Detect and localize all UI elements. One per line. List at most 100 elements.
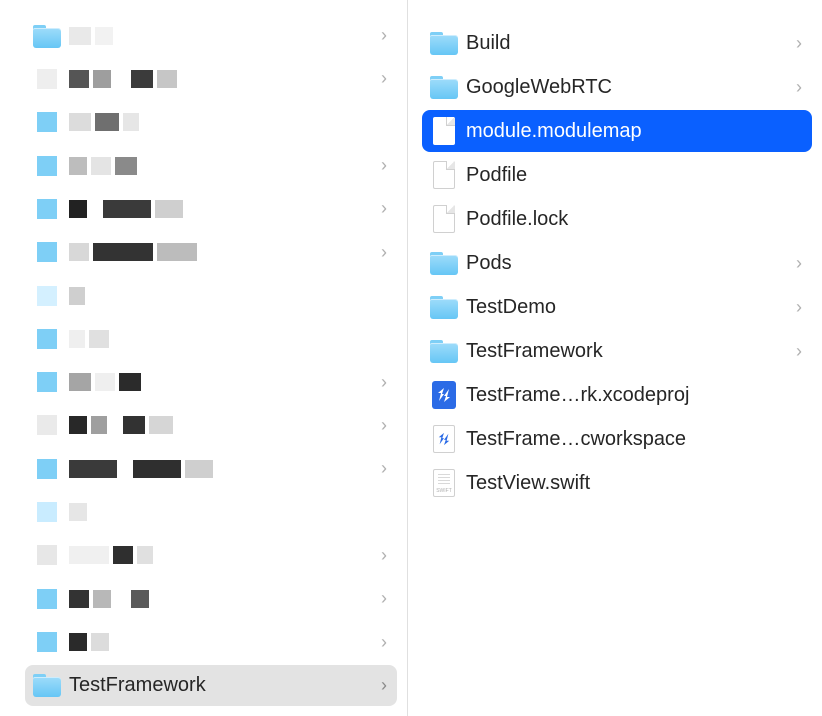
file-icon — [428, 203, 460, 235]
list-item[interactable]: › — [25, 232, 397, 273]
folder-icon — [31, 539, 63, 571]
list-item-label: TestDemo — [466, 296, 790, 319]
list-item[interactable]: › — [25, 188, 397, 229]
folder-icon — [31, 150, 63, 182]
list-item[interactable]: › — [25, 448, 397, 489]
item-xcworkspace[interactable]: TestFrame…cworkspace — [422, 418, 812, 460]
chevron-right-icon: › — [790, 297, 802, 318]
obscured-label — [69, 113, 387, 131]
list-item-label: TestFrame…cworkspace — [466, 428, 802, 451]
folder-icon — [428, 291, 460, 323]
obscured-label — [69, 243, 375, 261]
item-testdemo[interactable]: TestDemo › — [422, 286, 812, 328]
list-item-label: Podfile — [466, 164, 802, 187]
folder-icon — [31, 366, 63, 398]
chevron-right-icon: › — [375, 372, 387, 393]
file-icon — [428, 159, 460, 191]
folder-icon — [31, 20, 63, 52]
folder-icon — [31, 323, 63, 355]
list-item[interactable] — [25, 275, 397, 316]
chevron-right-icon: › — [375, 198, 387, 219]
list-item[interactable]: › — [25, 145, 397, 186]
folder-icon — [31, 193, 63, 225]
chevron-right-icon: › — [790, 253, 802, 274]
list-item[interactable]: › — [25, 58, 397, 99]
list-item[interactable]: › — [25, 15, 397, 56]
chevron-right-icon: › — [375, 588, 387, 609]
list-item[interactable] — [25, 318, 397, 359]
list-item-label: GoogleWebRTC — [466, 76, 790, 99]
xcodeproj-icon — [428, 379, 460, 411]
item-xcodeproj[interactable]: TestFrame…rk.xcodeproj — [422, 374, 812, 416]
obscured-label — [69, 416, 375, 434]
chevron-right-icon: › — [790, 33, 802, 54]
obscured-label — [69, 590, 375, 608]
chevron-right-icon: › — [375, 242, 387, 263]
folder-icon — [31, 669, 63, 701]
item-module-modulemap[interactable]: module.modulemap — [422, 110, 812, 152]
chevron-right-icon: › — [790, 77, 802, 98]
folder-icon — [31, 626, 63, 658]
item-googlewebrtc[interactable]: GoogleWebRTC › — [422, 66, 812, 108]
chevron-right-icon: › — [790, 341, 802, 362]
list-item[interactable] — [25, 102, 397, 143]
list-item-label: TestFramework — [466, 340, 790, 363]
list-item[interactable]: › — [25, 405, 397, 446]
folder-icon — [31, 496, 63, 528]
obscured-label — [69, 373, 375, 391]
item-podfile-lock[interactable]: Podfile.lock — [422, 198, 812, 240]
chevron-right-icon: › — [375, 632, 387, 653]
list-item[interactable] — [25, 491, 397, 532]
folder-icon — [428, 71, 460, 103]
item-testframework[interactable]: TestFramework › — [422, 330, 812, 372]
chevron-right-icon: › — [375, 25, 387, 46]
folder-icon — [428, 247, 460, 279]
list-item[interactable]: › — [25, 362, 397, 403]
folder-icon — [31, 453, 63, 485]
item-build[interactable]: Build › — [422, 22, 812, 64]
item-testview-swift[interactable]: SWIFT TestView.swift — [422, 462, 812, 504]
sidebar-item-testframework[interactable]: TestFramework › — [25, 665, 397, 706]
obscured-label — [69, 503, 387, 521]
list-item-label: Podfile.lock — [466, 208, 802, 231]
item-pods[interactable]: Pods › — [422, 242, 812, 284]
column-right: Build › GoogleWebRTC › module.modulemap … — [408, 0, 822, 716]
list-item[interactable]: › — [25, 621, 397, 662]
finder-columns: › › — [0, 0, 822, 716]
chevron-right-icon: › — [375, 458, 387, 479]
folder-icon — [31, 106, 63, 138]
folder-icon — [428, 335, 460, 367]
obscured-label — [69, 157, 375, 175]
chevron-right-icon: › — [375, 415, 387, 436]
folder-icon — [31, 409, 63, 441]
list-item-label: TestFramework — [69, 674, 375, 697]
folder-icon — [31, 63, 63, 95]
obscured-label — [69, 287, 387, 305]
swift-file-icon: SWIFT — [428, 467, 460, 499]
obscured-label — [69, 633, 375, 651]
chevron-right-icon: › — [375, 155, 387, 176]
list-item-label: TestFrame…rk.xcodeproj — [466, 384, 802, 407]
chevron-right-icon: › — [375, 675, 387, 696]
list-item-label: TestView.swift — [466, 472, 802, 495]
chevron-right-icon: › — [375, 68, 387, 89]
obscured-label — [69, 70, 375, 88]
list-item-label: module.modulemap — [466, 120, 802, 143]
item-podfile[interactable]: Podfile — [422, 154, 812, 196]
column-left: › › — [0, 0, 408, 716]
obscured-label — [69, 200, 375, 218]
file-icon — [428, 115, 460, 147]
obscured-label — [69, 27, 375, 45]
folder-icon — [31, 583, 63, 615]
obscured-label — [69, 330, 387, 348]
list-item-label: Build — [466, 32, 790, 55]
obscured-label — [69, 546, 375, 564]
list-item-label: Pods — [466, 252, 790, 275]
xcworkspace-icon — [428, 423, 460, 455]
list-item[interactable]: › — [25, 535, 397, 576]
list-item[interactable]: › — [25, 578, 397, 619]
folder-icon — [428, 27, 460, 59]
folder-icon — [31, 236, 63, 268]
obscured-label — [69, 460, 375, 478]
folder-icon — [31, 280, 63, 312]
